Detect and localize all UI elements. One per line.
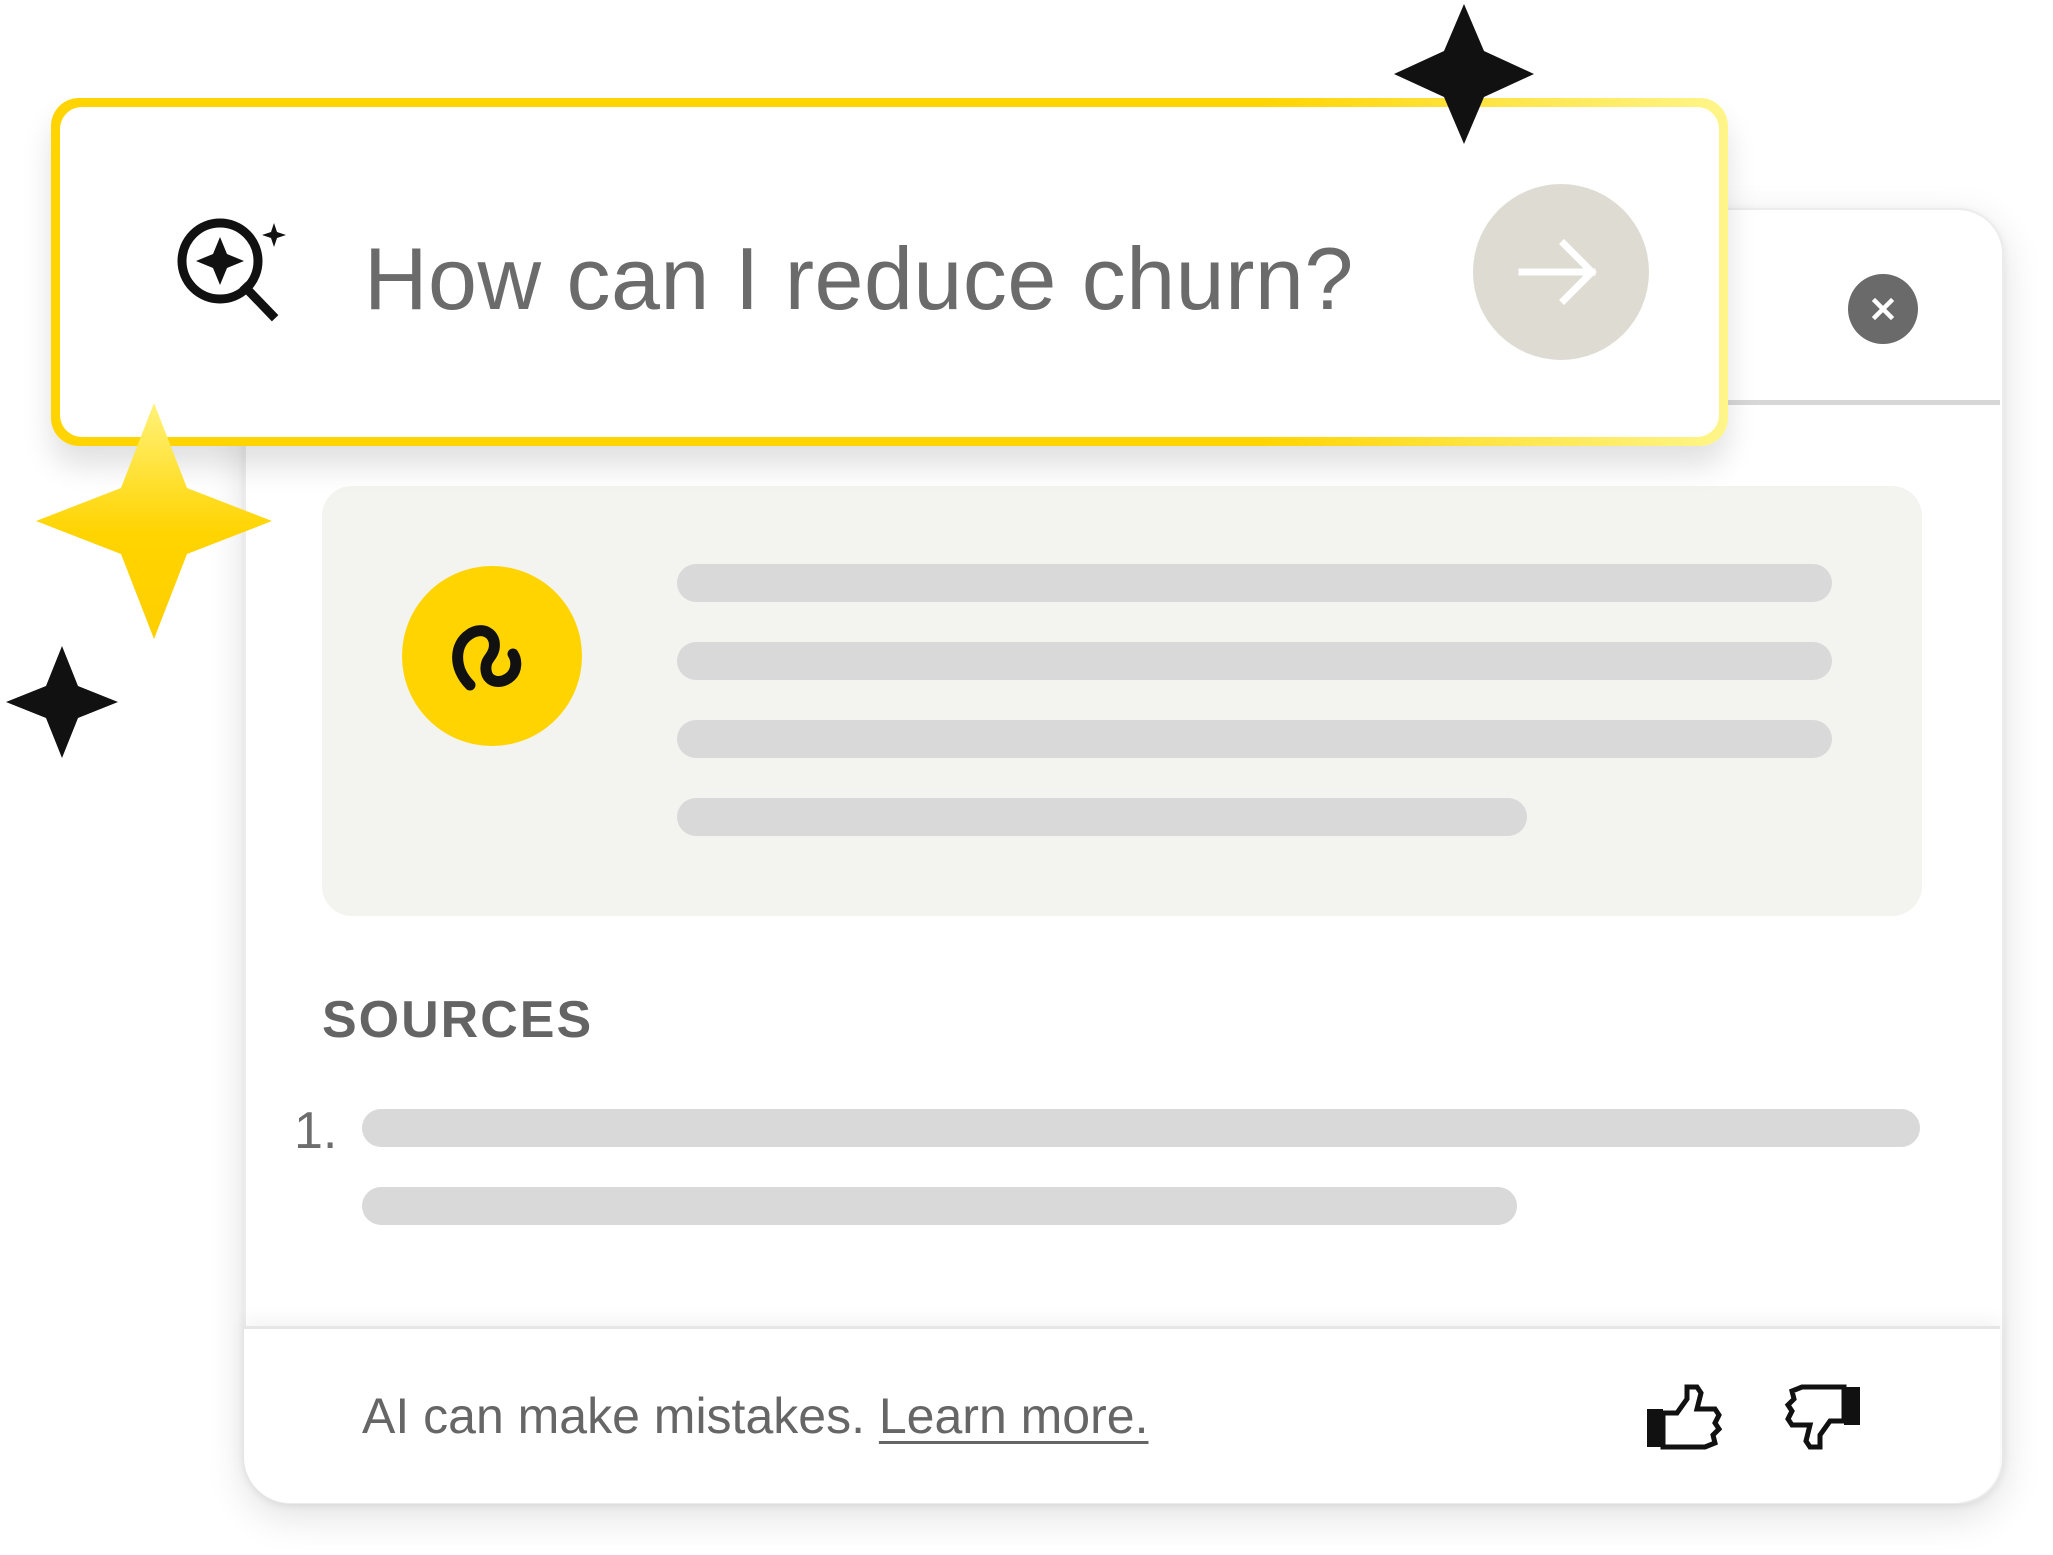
close-icon <box>1867 293 1899 325</box>
left-sparkle-icon <box>6 646 118 758</box>
submit-button[interactable] <box>1473 184 1649 360</box>
thumbs-down-button[interactable] <box>1780 1375 1864 1459</box>
search-box[interactable]: How can I reduce churn? <box>60 107 1719 437</box>
answer-line-3 <box>677 720 1832 758</box>
ai-assistant-scene: SOURCES 1. AI can make mistakes. Learn m… <box>0 0 2053 1555</box>
answer-line-4 <box>677 798 1527 836</box>
thumbs-down-icon <box>1780 1375 1864 1459</box>
arrow-right-icon <box>1514 225 1608 319</box>
source-line-1[interactable] <box>362 1109 1920 1147</box>
answer-line-1 <box>677 564 1832 602</box>
panel-divider <box>1720 400 2000 405</box>
close-button[interactable] <box>1848 274 1918 344</box>
source-item-number: 1. <box>294 1102 338 1160</box>
disclaimer-text: AI can make mistakes. Learn more. <box>362 1390 1148 1443</box>
answer-line-2 <box>677 642 1832 680</box>
thumbs-up-button[interactable] <box>1643 1375 1727 1459</box>
sources-label: SOURCES <box>322 991 594 1049</box>
thumbs-up-icon <box>1643 1375 1727 1459</box>
search-input[interactable]: How can I reduce churn? <box>364 229 1353 329</box>
assistant-avatar <box>402 566 582 746</box>
ai-search-icon <box>170 211 300 341</box>
search-bar: How can I reduce churn? <box>51 98 1728 446</box>
source-line-2 <box>362 1187 1517 1225</box>
brand-avatar-icon <box>446 610 538 702</box>
disclaimer-copy: AI can make mistakes. <box>362 1388 865 1444</box>
learn-more-link[interactable]: Learn more. <box>879 1388 1149 1444</box>
